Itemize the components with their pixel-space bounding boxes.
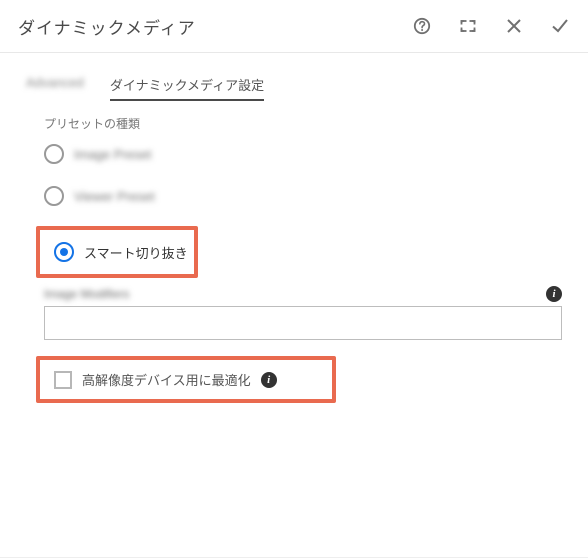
help-icon[interactable] (412, 16, 432, 36)
image-modifiers-label: Image Modifiers (44, 287, 129, 301)
radio-icon (44, 144, 64, 164)
checkbox-optimize[interactable]: 高解像度デバイス用に最適化 i (54, 370, 326, 389)
radio-smart-crop[interactable]: スマート切り抜き (54, 240, 188, 264)
header-actions (412, 16, 570, 36)
checkbox-label: 高解像度デバイス用に最適化 (82, 370, 251, 389)
image-modifiers-input[interactable] (44, 306, 562, 340)
radio-label: スマート切り抜き (84, 243, 188, 262)
radio-label: Viewer Preset (74, 189, 155, 204)
info-icon[interactable]: i (546, 286, 562, 302)
tab-bar: Advanced ダイナミックメディア設定 (26, 71, 562, 101)
info-icon[interactable]: i (261, 372, 277, 388)
radio-label: Image Preset (74, 147, 151, 162)
image-modifiers-label-row: Image Modifiers i (44, 286, 562, 302)
preset-type-label: プリセットの種類 (44, 115, 562, 132)
confirm-icon[interactable] (550, 16, 570, 36)
tab-dm-settings[interactable]: ダイナミックメディア設定 (110, 71, 264, 100)
close-icon[interactable] (504, 16, 524, 36)
checkbox-icon (54, 371, 72, 389)
radio-icon (44, 186, 64, 206)
radio-viewer-preset[interactable]: Viewer Preset (44, 184, 562, 208)
fullscreen-icon[interactable] (458, 16, 478, 36)
highlight-smart-crop: スマート切り抜き (36, 226, 198, 278)
highlight-optimize: 高解像度デバイス用に最適化 i (36, 356, 336, 403)
tab-advanced: Advanced (26, 71, 84, 100)
dialog-title: ダイナミックメディア (18, 14, 196, 39)
dialog-header: ダイナミックメディア (0, 0, 588, 53)
dialog-body: Advanced ダイナミックメディア設定 プリセットの種類 Image Pre… (0, 53, 588, 403)
radio-icon-selected (54, 242, 74, 262)
radio-image-preset[interactable]: Image Preset (44, 142, 562, 166)
